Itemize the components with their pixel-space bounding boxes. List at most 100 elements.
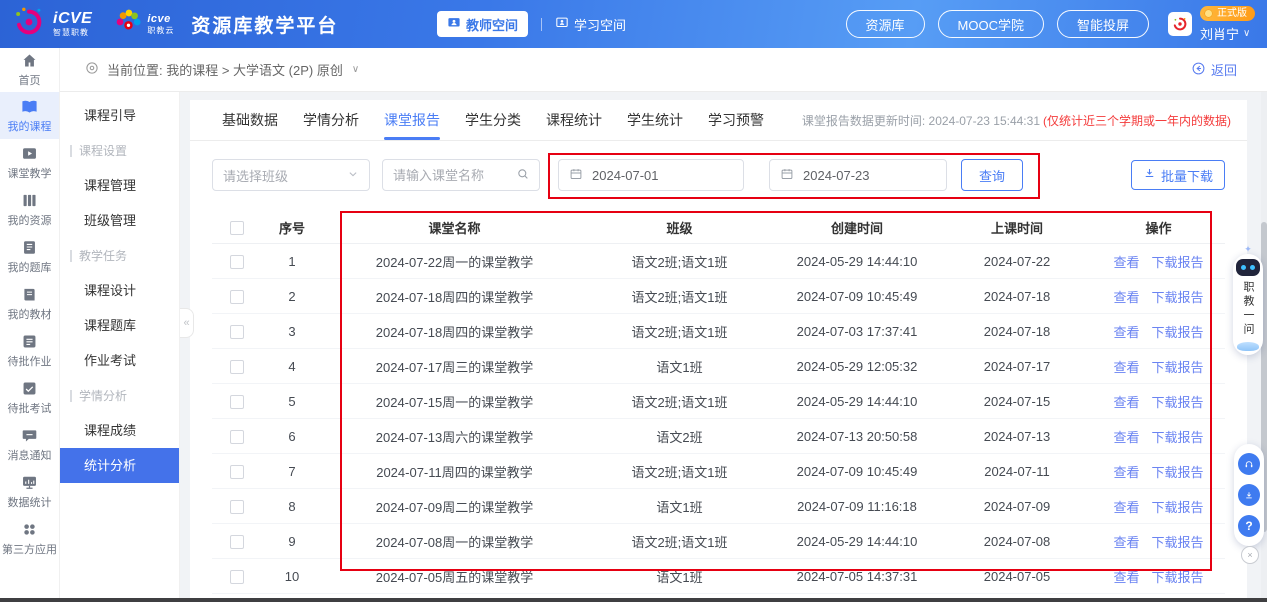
- row-checkbox[interactable]: [230, 535, 244, 549]
- view-link[interactable]: 查看: [1113, 465, 1139, 480]
- tab-learning-warning[interactable]: 学习预警: [708, 100, 764, 140]
- breadcrumb-caret-icon[interactable]: ∨: [352, 64, 359, 75]
- cell-class-name: 2024-07-08周一的课堂教学: [322, 524, 587, 559]
- class-name-input[interactable]: [383, 168, 516, 183]
- row-checkbox[interactable]: [230, 570, 244, 584]
- sidebar-item-pending-exams[interactable]: 待批考试: [0, 374, 59, 421]
- view-link[interactable]: 查看: [1113, 325, 1139, 340]
- row-checkbox[interactable]: [230, 465, 244, 479]
- resource-library-button[interactable]: 资源库: [846, 10, 925, 38]
- user-menu[interactable]: 刘肖宁 ∨: [1200, 24, 1250, 43]
- cell-index: 4: [262, 349, 322, 384]
- tab-basic-data[interactable]: 基础数据: [222, 100, 278, 140]
- batch-download-button[interactable]: 批量下载: [1131, 160, 1225, 190]
- row-checkbox[interactable]: [230, 255, 244, 269]
- teacher-space-button[interactable]: 教师空间: [437, 11, 528, 37]
- download-report-link[interactable]: 下载报告: [1152, 395, 1204, 410]
- download-report-link[interactable]: 下载报告: [1152, 255, 1204, 270]
- icve-mini-app-icon[interactable]: [1168, 12, 1192, 36]
- customer-service-button[interactable]: [1238, 453, 1260, 475]
- view-link[interactable]: 查看: [1113, 535, 1139, 550]
- update-time-text: 课堂报告数据更新时间: 2024-07-23 15:44:31: [802, 112, 1040, 129]
- smart-casting-button[interactable]: 智能投屏: [1057, 10, 1149, 38]
- download-report-link[interactable]: 下载报告: [1152, 500, 1204, 515]
- submenu-item-course-management[interactable]: 课程管理: [60, 168, 179, 203]
- sidebar-item-my-resources[interactable]: 我的资源: [0, 186, 59, 233]
- view-link[interactable]: 查看: [1113, 430, 1139, 445]
- top-header: iCVE 智慧职教 icve 职教云: [0, 0, 1267, 48]
- row-checkbox[interactable]: [230, 325, 244, 339]
- row-checkbox[interactable]: [230, 430, 244, 444]
- cell-classes: 语文1班: [587, 559, 772, 594]
- view-link[interactable]: 查看: [1113, 395, 1139, 410]
- table-row: 22024-07-18周四的课堂教学语文2班;语文1班2024-07-09 10…: [212, 279, 1225, 314]
- section-divider: [70, 250, 72, 262]
- view-link[interactable]: 查看: [1113, 570, 1139, 585]
- submenu-item-course-design[interactable]: 课程设计: [60, 273, 179, 308]
- download-report-link[interactable]: 下载报告: [1152, 535, 1204, 550]
- query-button[interactable]: 查询: [961, 159, 1023, 191]
- cell-index: 3: [262, 314, 322, 349]
- submenu-item-course-question-bank[interactable]: 课程题库: [60, 308, 179, 343]
- sidebar-item-my-question-bank[interactable]: 我的题库: [0, 233, 59, 280]
- my-question-bank-icon: [21, 239, 38, 256]
- table-row: 72024-07-11周四的课堂教学语文2班;语文1班2024-07-09 10…: [212, 454, 1225, 489]
- cell-classes: 语文2班;语文1班: [587, 454, 772, 489]
- sidebar-item-message-notice[interactable]: 消息通知: [0, 421, 59, 468]
- main-area: 基础数据学情分析课堂报告学生分类课程统计学生统计学习预警 课堂报告数据更新时间:…: [180, 92, 1267, 598]
- cell-class-name: 2024-07-13周六的课堂教学: [322, 419, 587, 454]
- select-all-checkbox[interactable]: [230, 221, 244, 235]
- download-center-button[interactable]: [1238, 484, 1260, 506]
- submenu-item-statistics-analysis[interactable]: 统计分析: [60, 448, 179, 483]
- view-link[interactable]: 查看: [1113, 290, 1139, 305]
- learning-space-link[interactable]: 学习空间: [555, 15, 626, 34]
- download-report-link[interactable]: 下载报告: [1152, 290, 1204, 305]
- download-report-link[interactable]: 下载报告: [1152, 465, 1204, 480]
- sidebar-item-my-textbooks[interactable]: 我的教材: [0, 280, 59, 327]
- sidebar-item-data-statistics[interactable]: 数据统计: [0, 468, 59, 515]
- brand-icve-sub: 智慧职教: [53, 29, 92, 37]
- tab-student-classification[interactable]: 学生分类: [465, 100, 521, 140]
- date-start-input[interactable]: [590, 167, 733, 184]
- back-button[interactable]: 返回: [1185, 59, 1243, 80]
- tab-course-statistics[interactable]: 课程统计: [546, 100, 602, 140]
- assistant-button[interactable]: 职教一问: [1233, 254, 1263, 355]
- sidebar-item-third-party-apps[interactable]: 第三方应用: [0, 515, 59, 562]
- cell-class-name: 2024-07-17周三的课堂教学: [322, 349, 587, 384]
- my-courses-icon: [21, 98, 38, 115]
- date-end-input[interactable]: [801, 167, 936, 184]
- collapse-toolbar-button[interactable]: ×: [1241, 546, 1259, 564]
- help-button[interactable]: ?: [1238, 515, 1260, 537]
- view-link[interactable]: 查看: [1113, 500, 1139, 515]
- sidebar-item-my-courses[interactable]: 我的课程: [0, 92, 59, 139]
- view-link[interactable]: 查看: [1113, 255, 1139, 270]
- mooc-academy-button[interactable]: MOOC学院: [938, 10, 1044, 38]
- download-report-link[interactable]: 下载报告: [1152, 325, 1204, 340]
- submenu-item-course-guide[interactable]: 课程引导: [60, 98, 179, 133]
- download-report-link[interactable]: 下载报告: [1152, 570, 1204, 585]
- submenu-item-class-management[interactable]: 班级管理: [60, 203, 179, 238]
- submenu-collapse-handle[interactable]: «: [180, 308, 194, 338]
- row-checkbox[interactable]: [230, 360, 244, 374]
- submenu-item-course-grades[interactable]: 课程成绩: [60, 413, 179, 448]
- row-checkbox[interactable]: [230, 500, 244, 514]
- download-report-link[interactable]: 下载报告: [1152, 360, 1204, 375]
- sidebar-item-classroom-teaching[interactable]: 课堂教学: [0, 139, 59, 186]
- brand-cloud-sub: 职教云: [147, 27, 174, 35]
- download-report-link[interactable]: 下载报告: [1152, 430, 1204, 445]
- download-icon: [1244, 489, 1254, 502]
- class-select[interactable]: 请选择班级: [212, 159, 370, 191]
- tab-learning-analysis[interactable]: 学情分析: [303, 100, 359, 140]
- row-checkbox[interactable]: [230, 395, 244, 409]
- sidebar-item-pending-homework[interactable]: 待批作业: [0, 327, 59, 374]
- row-checkbox[interactable]: [230, 290, 244, 304]
- submenu-item-homework-exam[interactable]: 作业考试: [60, 343, 179, 378]
- cell-created-time: 2024-07-09 10:45:49: [772, 279, 942, 314]
- view-link[interactable]: 查看: [1113, 360, 1139, 375]
- collapse-icon: «: [183, 317, 189, 329]
- tab-class-report[interactable]: 课堂报告: [384, 100, 440, 140]
- tab-student-statistics[interactable]: 学生统计: [627, 100, 683, 140]
- cell-classes: 语文2班;语文1班: [587, 384, 772, 419]
- brand-icve: iCVE 智慧职教 icve 职教云: [12, 5, 338, 44]
- sidebar-item-home[interactable]: 首页: [0, 48, 59, 92]
